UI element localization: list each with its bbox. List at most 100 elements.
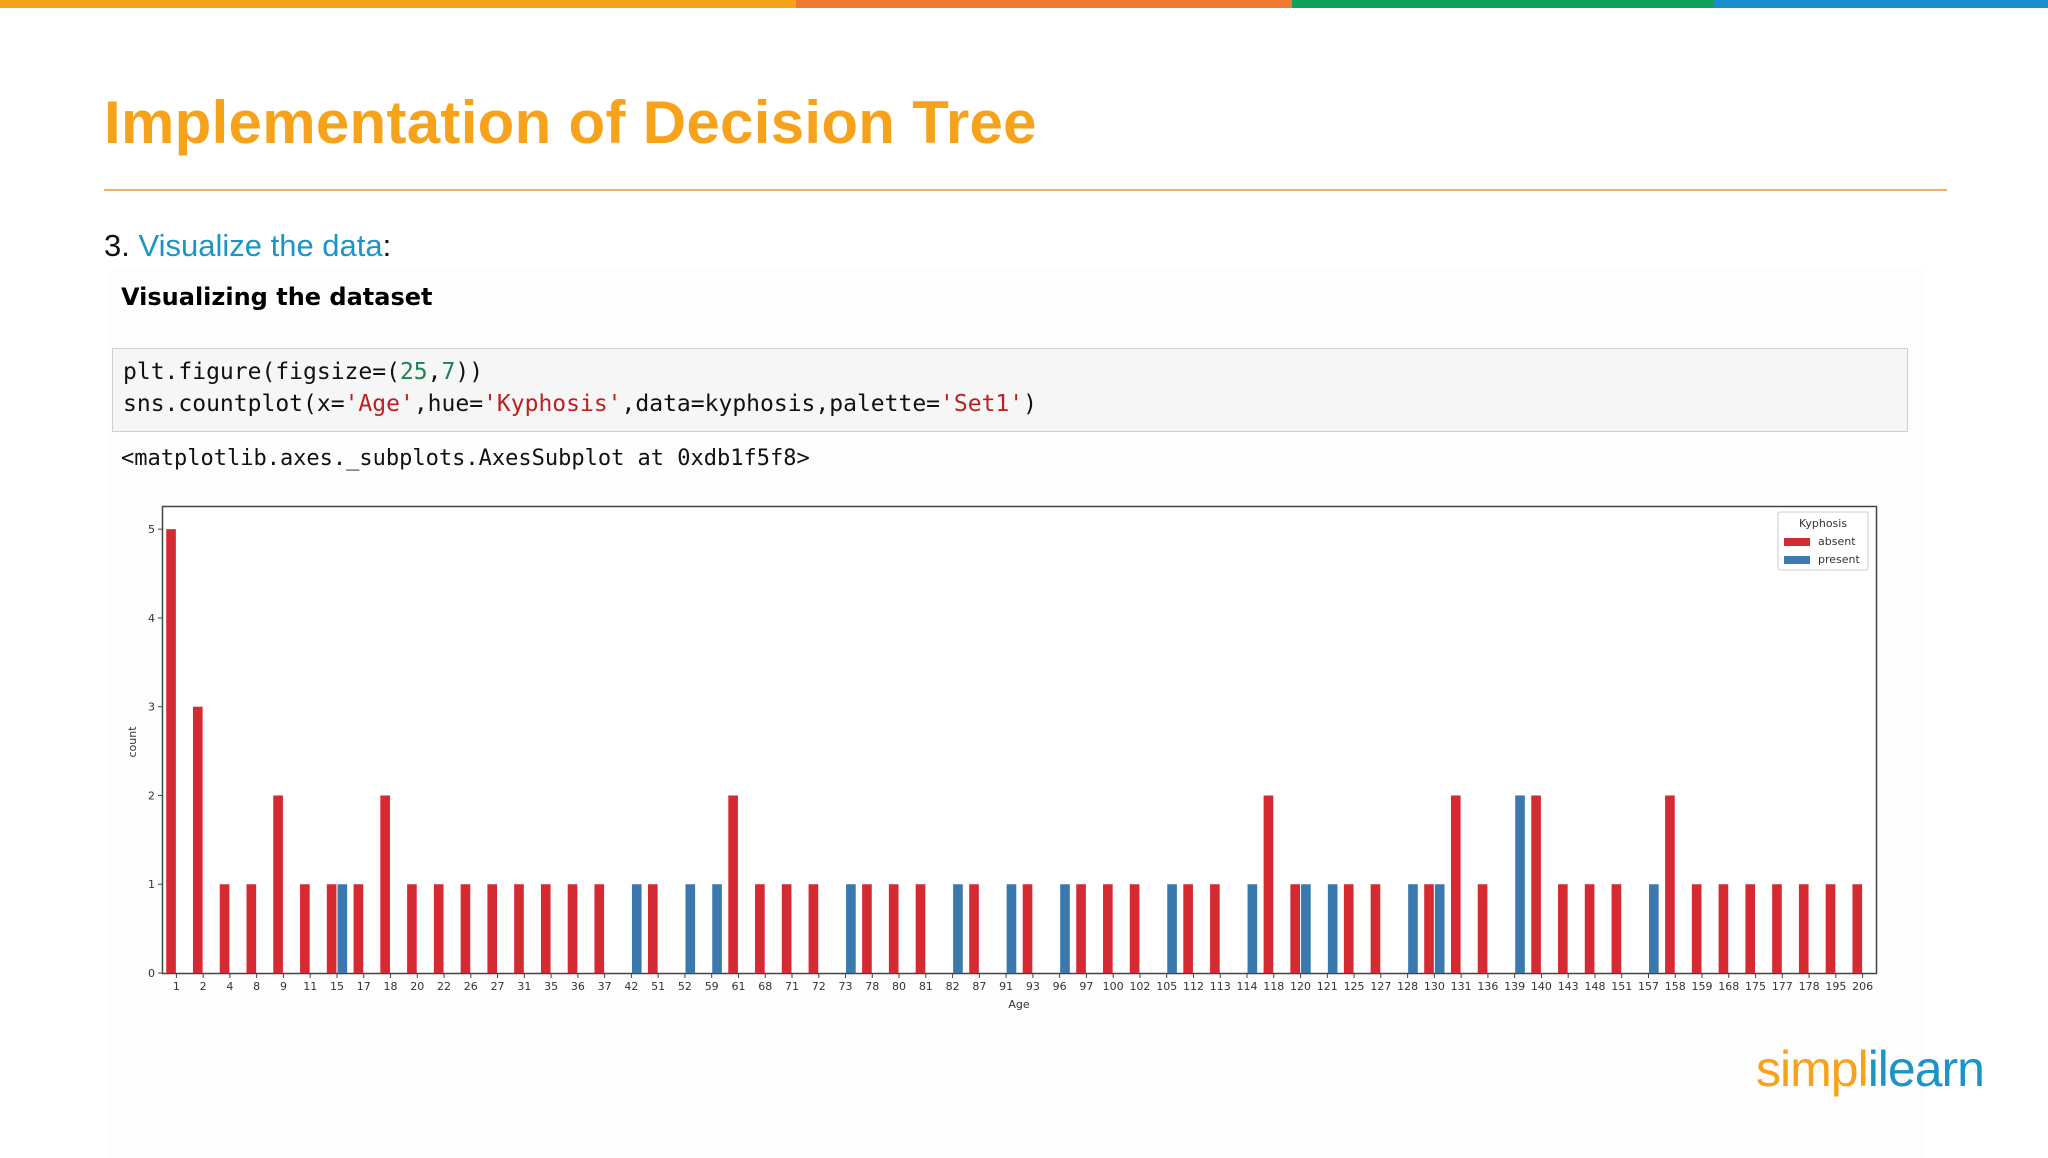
y-tick-label: 1: [148, 878, 155, 891]
bar-absent-102: [1129, 884, 1140, 973]
top-bar-segment-blue: [1714, 0, 2048, 8]
bar-absent-131: [1450, 795, 1461, 973]
bar-absent-51: [647, 884, 658, 973]
x-tick-label: 121: [1317, 980, 1338, 993]
bar-absent-177: [1772, 884, 1782, 973]
x-tick-label: 42: [624, 980, 638, 993]
code-string: 'Set1': [940, 391, 1024, 417]
code-line-1: plt.figure(figsize=(25,7)): [123, 359, 483, 385]
y-tick-label: 4: [148, 612, 155, 625]
top-bar-segment-dark-orange: [796, 0, 1292, 8]
code-token: )): [455, 359, 484, 385]
title-divider: [104, 189, 1947, 191]
x-tick-label: 168: [1718, 980, 1739, 993]
bar-absent-113: [1210, 884, 1220, 973]
bar-absent-136: [1477, 884, 1488, 973]
cell-output: <matplotlib.axes._subplots.AxesSubplot a…: [121, 446, 810, 471]
bar-absent-72: [808, 884, 819, 973]
bar-absent-78: [862, 884, 872, 973]
x-tick-label: 118: [1263, 980, 1284, 993]
x-tick-label: 51: [651, 980, 665, 993]
x-tick-label: 143: [1558, 980, 1579, 993]
bar-present-52: [685, 884, 696, 973]
x-tick-label: 206: [1852, 980, 1873, 993]
bar-absent-61: [728, 795, 738, 973]
x-tick-label: 157: [1638, 980, 1659, 993]
x-tick-label: 22: [437, 980, 451, 993]
x-tick-label: 73: [839, 980, 853, 993]
x-tick-label: 151: [1611, 980, 1632, 993]
bar-present-91: [1006, 884, 1017, 973]
code-cell[interactable]: plt.figure(figsize=(25,7)) sns.countplot…: [112, 348, 1908, 432]
bar-absent-143: [1558, 884, 1568, 973]
bar-present-157: [1649, 884, 1659, 973]
x-axis: 1 2 4 8 9 11 15 17 18 20 22 26 27 31 35 36 37 42 51 52 59 61 6…: [173, 973, 1873, 993]
x-tick-label: 136: [1477, 980, 1498, 993]
code-line-2: sns.countplot(x='Age',hue='Kyphosis',dat…: [123, 391, 1037, 417]
x-tick-label: 112: [1183, 980, 1204, 993]
code-string: 'Kyphosis': [483, 391, 622, 417]
x-tick-label: 61: [731, 980, 745, 993]
bar-absent-178: [1798, 884, 1809, 973]
bar-absent-118: [1263, 795, 1274, 973]
x-tick-label: 71: [785, 980, 799, 993]
x-tick-label: 159: [1692, 980, 1713, 993]
x-tick-label: 113: [1210, 980, 1231, 993]
bar-absent-81: [915, 884, 926, 973]
x-tick-label: 140: [1531, 980, 1552, 993]
x-tick-label: 11: [303, 980, 317, 993]
visualize-data-link[interactable]: Visualize the data: [138, 228, 382, 263]
legend-title: Kyphosis: [1799, 517, 1847, 530]
legend-label-present: present: [1818, 553, 1861, 566]
x-tick-label: 131: [1451, 980, 1472, 993]
code-token: plt.figure(figsize=(: [123, 359, 400, 385]
logo-part-2: ilearn: [1867, 1041, 1985, 1097]
step-number: 3.: [104, 228, 130, 263]
bar-present-15: [337, 884, 348, 973]
legend-swatch-present: [1784, 556, 1810, 564]
x-tick-label: 68: [758, 980, 772, 993]
x-tick-label: 158: [1665, 980, 1686, 993]
x-tick-label: 81: [919, 980, 933, 993]
x-axis-label: Age: [1008, 998, 1030, 1011]
bar-absent-120: [1290, 884, 1301, 973]
bar-absent-175: [1745, 884, 1756, 973]
x-tick-label: 177: [1772, 980, 1793, 993]
notebook-markdown-heading: Visualizing the dataset: [121, 283, 433, 311]
bar-absent-130: [1424, 884, 1434, 973]
code-token: sns.countplot(x=: [123, 391, 345, 417]
bar-absent-140: [1531, 795, 1541, 973]
bar-present-139: [1515, 795, 1525, 973]
x-tick-label: 2: [200, 980, 207, 993]
y-tick-label: 5: [148, 523, 155, 536]
x-tick-label: 36: [571, 980, 585, 993]
bar-absent-93: [1022, 884, 1033, 973]
bar-absent-26: [460, 884, 471, 973]
x-tick-label: 100: [1103, 980, 1124, 993]
code-token: ,data=kyphosis,palette=: [621, 391, 941, 417]
x-tick-label: 27: [491, 980, 505, 993]
bar-present-82: [953, 884, 963, 973]
bar-absent-125: [1343, 884, 1354, 973]
code-token: ,: [427, 359, 442, 385]
bar-absent-87: [969, 884, 979, 973]
y-tick-label: 0: [148, 967, 155, 980]
bar-present-105: [1167, 884, 1177, 973]
bar-absent-158: [1665, 795, 1675, 973]
top-bar-segment-green: [1292, 0, 1714, 8]
y-axis: 0 1 2 3 4 5: [148, 523, 163, 980]
x-tick-label: 78: [865, 980, 879, 993]
x-tick-label: 37: [598, 980, 612, 993]
code-number: 7: [441, 359, 456, 385]
bar-absent-195: [1825, 884, 1836, 973]
bar-present-120: [1301, 884, 1311, 973]
logo-part-1: simpl: [1756, 1041, 1869, 1097]
bar-absent-127: [1370, 884, 1381, 973]
x-tick-label: 195: [1825, 980, 1846, 993]
x-tick-label: 4: [226, 980, 233, 993]
x-tick-label: 120: [1290, 980, 1311, 993]
code-token: ,hue=: [413, 391, 484, 417]
step-heading: 3. Visualize the data:: [104, 228, 391, 264]
bar-present-114: [1247, 884, 1258, 973]
bar-absent-71: [781, 884, 792, 973]
